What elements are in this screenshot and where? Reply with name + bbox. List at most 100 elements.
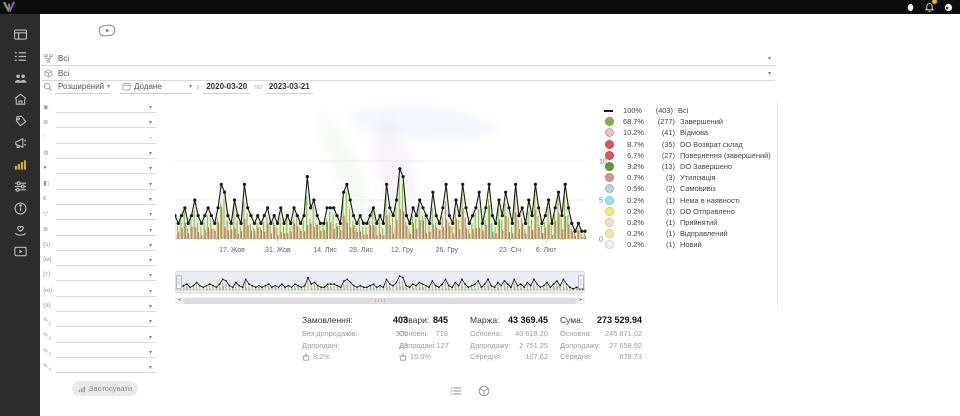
- chevron-down-icon: ▾: [149, 135, 152, 142]
- filter-field-icon: ●: [43, 164, 56, 171]
- filter-dropdown-input[interactable]: ▾: [56, 284, 156, 297]
- sidebar-item-price-tags[interactable]: [0, 111, 40, 133]
- sidebar-item-settings[interactable]: [0, 176, 40, 198]
- package-icon: [41, 69, 55, 78]
- stat-sub-value: 127: [436, 341, 448, 350]
- legend-dot-marker-icon: [605, 240, 614, 249]
- legend-item[interactable]: 8.7%(35)DO Возврат склад: [605, 139, 775, 150]
- package-view-button[interactable]: [477, 384, 491, 398]
- sidebar-item-dashboard[interactable]: [0, 24, 40, 46]
- filter-dropdown-input[interactable]: ▾: [56, 115, 156, 128]
- filter-field-icon: ▽: [43, 210, 56, 218]
- date-from-label: з: [196, 84, 199, 91]
- date-from-input[interactable]: 2020-03-20: [203, 80, 250, 94]
- search-mode-select[interactable]: Розширений ▾: [55, 80, 110, 94]
- filter-dropdown-input[interactable]: ▾: [56, 131, 156, 144]
- filter-row-hierarchy[interactable]: Всі▾: [41, 51, 775, 66]
- filter-field-icon: {ю}: [43, 287, 56, 294]
- apply-button[interactable]: Застосувати: [72, 381, 138, 396]
- filter-dropdown-input[interactable]: ▾: [56, 330, 156, 343]
- svg-text:0: 0: [599, 237, 603, 244]
- scrollbar-thumb[interactable]: [183, 298, 577, 304]
- chart-range-navigator[interactable]: [175, 271, 585, 300]
- sidebar-item-analytics[interactable]: [0, 154, 40, 176]
- filter-dropdown-11[interactable]: {м}▾: [43, 252, 156, 267]
- date-to-label: по: [254, 84, 262, 91]
- chart-scrollbar[interactable]: ◂ ▸: [175, 297, 585, 304]
- legend-item[interactable]: 6.7%(27)Повернення (завершений): [605, 150, 775, 161]
- stat-label: Маржа:: [470, 315, 499, 325]
- legend-percent: 0.2%: [617, 196, 644, 205]
- legend-item[interactable]: 0.2%(1)Новий: [605, 239, 775, 250]
- sidebar-item-orders[interactable]: [0, 46, 40, 68]
- filter-dropdown-10[interactable]: {s}▾: [43, 237, 156, 252]
- filter-dropdown-8[interactable]: ▽▾: [43, 206, 156, 221]
- date-to-input[interactable]: 2023-03-21: [266, 80, 313, 94]
- legend-item[interactable]: 0.7%(3)Утилізація: [605, 172, 775, 183]
- sidebar-item-support[interactable]: [0, 219, 40, 241]
- sidebar-item-customers[interactable]: [0, 67, 40, 89]
- profile-icon[interactable]: [904, 1, 916, 13]
- brand-logo-icon[interactable]: [2, 0, 16, 14]
- account-icon[interactable]: [942, 1, 954, 13]
- filter-dropdown-input[interactable]: ▾: [56, 207, 156, 220]
- sidebar-item-store[interactable]: [0, 89, 40, 111]
- chevron-down-icon: ▾: [149, 257, 152, 264]
- filter-dropdown-7[interactable]: €▾: [43, 191, 156, 206]
- legend-item[interactable]: 0.5%(2)Самовивіз: [605, 183, 775, 194]
- video-widget-icon[interactable]: [98, 24, 117, 42]
- legend-item[interactable]: 100%(403)Всі: [605, 105, 775, 116]
- filter-dropdown-15[interactable]: ✎1▾: [43, 313, 156, 328]
- legend-item[interactable]: 10.2%(41)Відмова: [605, 127, 775, 138]
- filter-row-package[interactable]: Всі▾: [41, 66, 775, 81]
- scroll-left-icon[interactable]: ◂: [175, 297, 183, 304]
- filter-dropdown-input[interactable]: ▾: [56, 223, 156, 236]
- legend-item[interactable]: 0.2%(1)Нема в наявності: [605, 195, 775, 206]
- sidebar-item-tutorials[interactable]: [0, 241, 40, 263]
- filter-dropdown-1[interactable]: ◉▾: [43, 99, 156, 114]
- filter-dropdown-16[interactable]: ✎2▾: [43, 328, 156, 343]
- filter-dropdown-13[interactable]: {ю}▾: [43, 283, 156, 298]
- legend-item[interactable]: 0.2%(1)Прийнятий: [605, 217, 775, 228]
- filter-dropdown-2[interactable]: ≣▾: [43, 114, 156, 129]
- filter-dropdown-input[interactable]: ▾: [56, 314, 156, 327]
- filter-dropdown-input[interactable]: ▾: [56, 345, 156, 358]
- filter-dropdown-input[interactable]: ▾: [56, 146, 156, 159]
- filter-dropdown-input[interactable]: ▾: [56, 100, 156, 113]
- date-field-select[interactable]: Додане ▾: [120, 80, 192, 94]
- filter-dropdown-3[interactable]: ?▾: [43, 130, 156, 145]
- filter-dropdown-input[interactable]: ▾: [56, 238, 156, 251]
- filter-dropdown-6[interactable]: ◧▾: [43, 175, 156, 190]
- legend-percent: 0.7%: [617, 173, 644, 182]
- filter-dropdown-input[interactable]: ▾: [56, 177, 156, 190]
- filter-dropdown-17[interactable]: ✎3▾: [43, 344, 156, 359]
- legend-dot-marker-icon: [605, 218, 614, 227]
- filter-dropdown-input[interactable]: ▾: [56, 268, 156, 281]
- filter-dropdown-5[interactable]: ●▾: [43, 160, 156, 175]
- filter-dropdown-input[interactable]: ▾: [56, 161, 156, 174]
- filter-dropdown-14[interactable]: {я}▾: [43, 298, 156, 313]
- filter-dropdown-input[interactable]: ▾: [56, 299, 156, 312]
- filter-dropdown-18[interactable]: ✎4▾: [43, 359, 156, 374]
- table-view-button[interactable]: [449, 384, 463, 398]
- filter-dropdown-12[interactable]: {т}▾: [43, 267, 156, 282]
- legend-item[interactable]: 0.2%(1)DO Отправлено: [605, 206, 775, 217]
- scroll-right-icon[interactable]: ▸: [577, 297, 585, 304]
- legend-item[interactable]: 3.2%(13)DO Завершено: [605, 161, 775, 172]
- legend-line-marker-icon: [604, 110, 613, 112]
- sidebar-item-marketing[interactable]: [0, 132, 40, 154]
- legend-item[interactable]: 68.7%(277)Завершений: [605, 116, 775, 127]
- notifications-icon[interactable]: [923, 1, 935, 13]
- sidebar-item-info[interactable]: [0, 198, 40, 220]
- filter-dropdown-9[interactable]: ⊕▾: [43, 221, 156, 236]
- legend-percent: 6.7%: [617, 151, 644, 160]
- stat-sub-label: Допродані:: [399, 341, 436, 350]
- orders-chart[interactable]: 17. Жов31. Жов14. Лис28. Лис12. Гру26. Г…: [175, 97, 620, 262]
- filter-dropdown-4[interactable]: ⚙▾: [43, 145, 156, 160]
- navigator-right-handle: [579, 276, 584, 289]
- svg-text:12. Гру: 12. Гру: [391, 247, 414, 254]
- filter-dropdown-input[interactable]: ▾: [56, 360, 156, 373]
- filter-dropdown-input[interactable]: ▾: [56, 192, 156, 205]
- legend-item[interactable]: 0.2%(1)Відправлений: [605, 228, 775, 239]
- filter-dropdown-input[interactable]: ▾: [56, 253, 156, 266]
